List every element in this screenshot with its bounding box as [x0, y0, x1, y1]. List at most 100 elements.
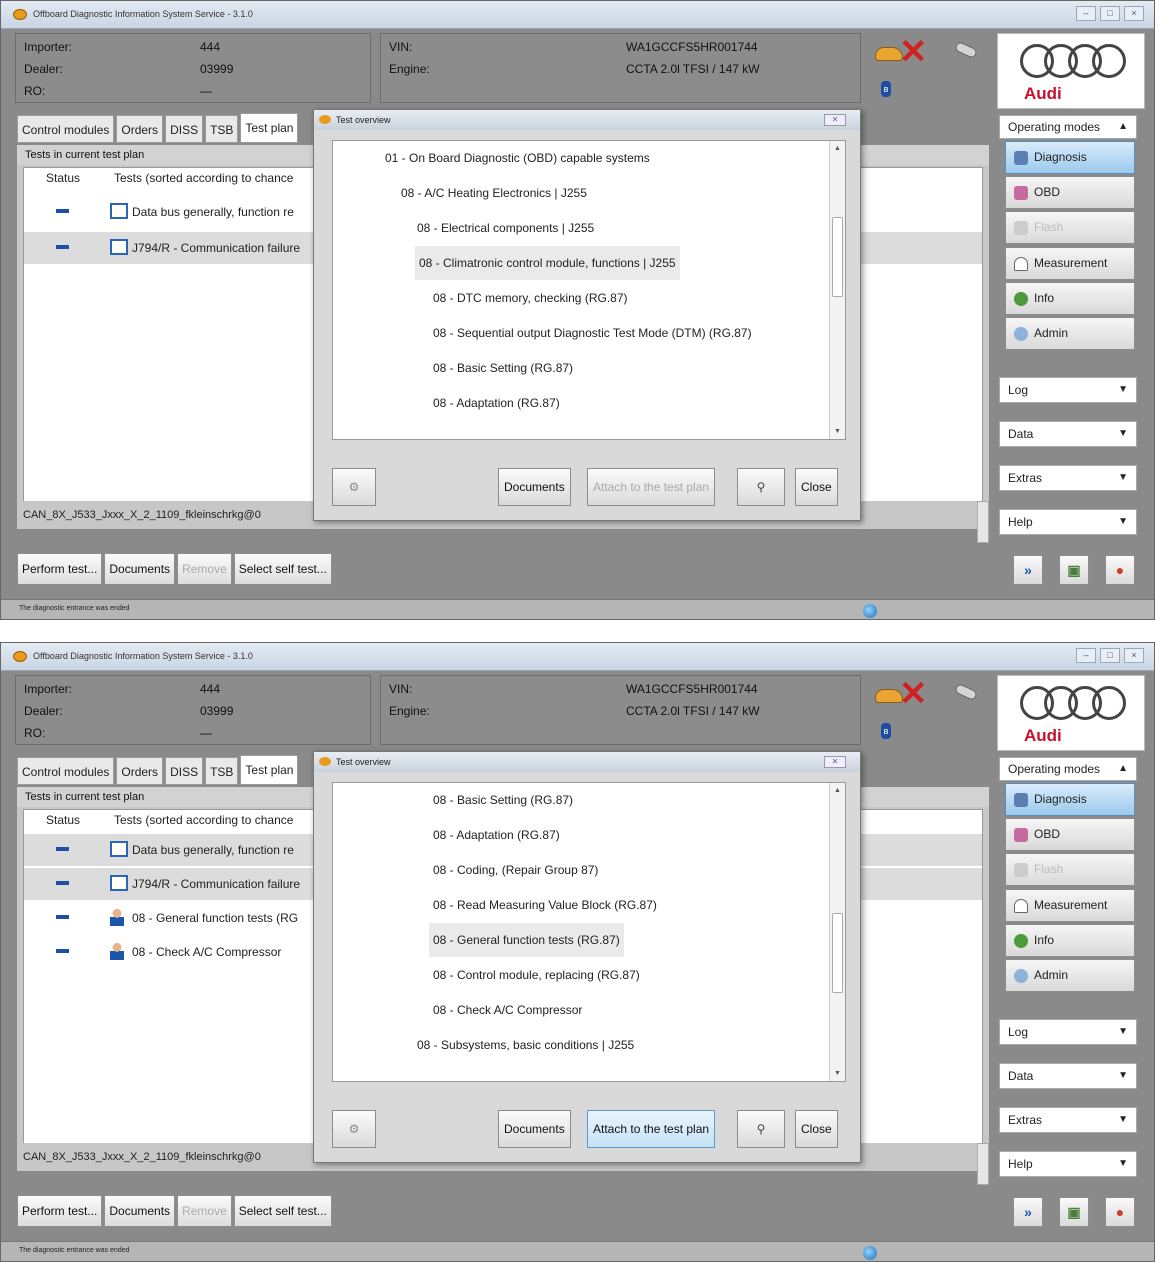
tree-item[interactable]: 08 - Basic Setting (RG.87) [433, 351, 573, 385]
search-icon[interactable]: ⚲ [737, 1110, 785, 1148]
screenshot-icon[interactable]: ▣ [1059, 555, 1089, 585]
tests-column-header[interactable]: Tests (sorted according to chance [114, 168, 293, 188]
tree-item[interactable]: 08 - Sequential output Diagnostic Test M… [433, 316, 752, 350]
tab-test-plan[interactable]: Test plan [240, 755, 299, 785]
forward-icon[interactable]: » [1013, 555, 1043, 585]
tree-scrollbar[interactable]: ▲ ▼ [829, 783, 845, 1081]
operating-modes-header[interactable]: Operating modes ▲ [999, 757, 1137, 781]
dialog-close-icon[interactable]: ✕ [824, 114, 846, 126]
help-section[interactable]: Help ▼ [999, 1151, 1137, 1177]
attach-to-test-plan-button[interactable]: Attach to the test plan [587, 468, 716, 506]
mode-admin-button[interactable]: Admin [1005, 959, 1135, 992]
scroll-up-icon[interactable]: ▲ [834, 145, 841, 152]
tree-item[interactable]: 08 - Electrical components | J255 [417, 211, 594, 245]
tree-item[interactable]: 08 - A/C Heating Electronics | J255 [401, 176, 587, 210]
mode-diagnosis-button[interactable]: Diagnosis [1005, 141, 1135, 174]
data-section[interactable]: Data ▼ [999, 1063, 1137, 1089]
mode-info-button[interactable]: Info [1005, 924, 1135, 957]
tab-diss[interactable]: DISS [165, 115, 204, 143]
mode-flash-button[interactable]: Flash [1005, 853, 1135, 886]
tests-column-header[interactable]: Tests (sorted according to chance [114, 810, 293, 830]
minimize-button[interactable]: – [1076, 648, 1096, 663]
help-section[interactable]: Help ▼ [999, 509, 1137, 535]
close-window-button[interactable]: × [1124, 6, 1144, 21]
vin-value: WA1GCCFS5HR001744 [626, 682, 758, 696]
tree-item[interactable]: 08 - Control module, replacing (RG.87) [433, 958, 640, 992]
tree-item[interactable]: 08 - DTC memory, checking (RG.87) [433, 281, 628, 315]
tab-orders[interactable]: Orders [116, 115, 164, 143]
tab-diss[interactable]: DISS [165, 757, 204, 785]
log-section[interactable]: Log ▼ [999, 377, 1137, 403]
operating-modes-header[interactable]: Operating modes ▲ [999, 115, 1137, 139]
mode-measurement-button[interactable]: Measurement [1005, 247, 1135, 280]
maximize-button[interactable]: □ [1100, 648, 1120, 663]
tree-item[interactable]: 08 - Basic Setting (RG.87) [433, 783, 573, 817]
mode-obd-button[interactable]: OBD [1005, 176, 1135, 209]
tree-item[interactable]: 08 - Adaptation (RG.87) [433, 818, 560, 852]
extras-section[interactable]: Extras ▼ [999, 465, 1137, 491]
tree-item[interactable]: 08 - Subsystems, basic conditions | J255 [417, 1028, 634, 1062]
extras-section[interactable]: Extras ▼ [999, 1107, 1137, 1133]
tab-control-modules[interactable]: Control modules [17, 115, 115, 143]
exit-icon[interactable]: ● [1105, 1197, 1135, 1227]
dialog-close-button[interactable]: Close [795, 1110, 838, 1148]
remove-button[interactable]: Remove [177, 1195, 232, 1227]
documents-button[interactable]: Documents [104, 553, 176, 585]
log-section[interactable]: Log ▼ [999, 1019, 1137, 1045]
perform-test-button[interactable]: Perform test... [17, 553, 103, 585]
brand-logo: Audi [997, 33, 1145, 109]
tree-scrollbar[interactable]: ▲ ▼ [829, 141, 845, 439]
close-window-button[interactable]: × [1124, 648, 1144, 663]
tab-tsb[interactable]: TSB [205, 757, 239, 785]
mode-measurement-button[interactable]: Measurement [1005, 889, 1135, 922]
remove-button[interactable]: Remove [177, 553, 232, 585]
data-section[interactable]: Data ▼ [999, 421, 1137, 447]
status-column-header[interactable]: Status [46, 168, 80, 188]
mode-obd-button[interactable]: OBD [1005, 818, 1135, 851]
documents-button[interactable]: Documents [104, 1195, 176, 1227]
status-column-header[interactable]: Status [46, 810, 80, 830]
dialog-title-bar: Test overview ✕ [314, 752, 860, 772]
vertical-scrollbar[interactable] [977, 1143, 989, 1185]
expand-icon: ▼ [1118, 428, 1128, 439]
mode-admin-button[interactable]: Admin [1005, 317, 1135, 350]
mode-label: Flash [1034, 220, 1064, 234]
dialog-documents-button[interactable]: Documents [498, 468, 571, 506]
mode-diagnosis-button[interactable]: Diagnosis [1005, 783, 1135, 816]
minimize-button[interactable]: – [1076, 6, 1096, 21]
collapse-tree-button[interactable]: ⚙ [332, 1110, 376, 1148]
mode-info-button[interactable]: Info [1005, 282, 1135, 315]
scroll-down-icon[interactable]: ▼ [834, 1070, 841, 1077]
tab-tsb[interactable]: TSB [205, 115, 239, 143]
exit-icon[interactable]: ● [1105, 555, 1135, 585]
tree-item-selected[interactable]: 08 - General function tests (RG.87) [429, 923, 624, 957]
dialog-documents-button[interactable]: Documents [498, 1110, 571, 1148]
tab-orders[interactable]: Orders [116, 757, 164, 785]
select-self-test-button[interactable]: Select self test... [233, 1195, 332, 1227]
forward-icon[interactable]: » [1013, 1197, 1043, 1227]
tab-control-modules[interactable]: Control modules [17, 757, 115, 785]
maximize-button[interactable]: □ [1100, 6, 1120, 21]
dialog-close-icon[interactable]: ✕ [824, 756, 846, 768]
search-icon[interactable]: ⚲ [737, 468, 785, 506]
collapse-tree-button[interactable]: ⚙ [332, 468, 376, 506]
status-dash-icon [56, 949, 69, 953]
scroll-down-icon[interactable]: ▼ [834, 428, 841, 435]
scroll-thumb[interactable] [832, 217, 843, 297]
attach-to-test-plan-button[interactable]: Attach to the test plan [587, 1110, 716, 1148]
mode-flash-button[interactable]: Flash [1005, 211, 1135, 244]
select-self-test-button[interactable]: Select self test... [233, 553, 332, 585]
tree-item[interactable]: 08 - Coding, (Repair Group 87) [433, 853, 598, 887]
tree-item[interactable]: 08 - Adaptation (RG.87) [433, 386, 560, 420]
screenshot-icon[interactable]: ▣ [1059, 1197, 1089, 1227]
tree-item[interactable]: 08 - Check A/C Compressor [433, 993, 582, 1027]
scroll-up-icon[interactable]: ▲ [834, 787, 841, 794]
tree-item[interactable]: 08 - Read Measuring Value Block (RG.87) [433, 888, 657, 922]
vertical-scrollbar[interactable] [977, 501, 989, 543]
tab-test-plan[interactable]: Test plan [240, 113, 299, 143]
dialog-close-button[interactable]: Close [795, 468, 838, 506]
tree-item-selected[interactable]: 08 - Climatronic control module, functio… [415, 246, 680, 280]
perform-test-button[interactable]: Perform test... [17, 1195, 103, 1227]
scroll-thumb[interactable] [832, 913, 843, 993]
tree-item[interactable]: 01 - On Board Diagnostic (OBD) capable s… [385, 141, 650, 175]
